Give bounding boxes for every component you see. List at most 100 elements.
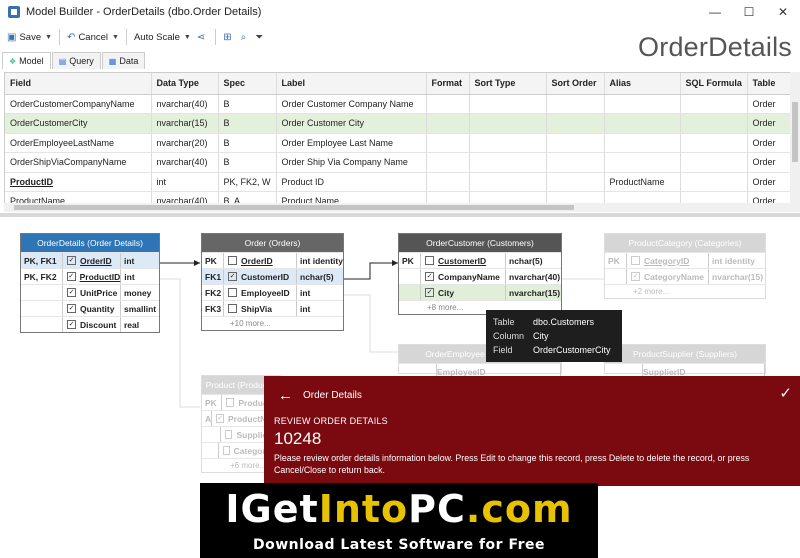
column-header[interactable]: Alias xyxy=(604,73,681,95)
entity-order[interactable]: Order (Orders) PK OrderID int identity FK1 ✓… xyxy=(201,233,344,331)
entity-order-customer[interactable]: OrderCustomer (Customers) PK CustomerID nc… xyxy=(398,233,562,315)
field-checkbox[interactable]: ✓ xyxy=(67,256,76,265)
entity-row[interactable]: FK1 ✓ CustomerID nchar(5) xyxy=(202,268,343,284)
table-cell[interactable]: OrderEmployeeLastName xyxy=(5,133,152,153)
field-checkbox[interactable]: ✓ xyxy=(228,272,237,281)
minimize-icon[interactable]: — xyxy=(698,0,732,24)
column-header[interactable]: Format xyxy=(426,73,470,95)
table-cell[interactable]: Order Customer City xyxy=(276,113,427,134)
table-cell[interactable]: OrderCustomerCity xyxy=(5,113,152,134)
table-cell[interactable] xyxy=(546,113,605,134)
chevron-down-icon[interactable]: ▼ xyxy=(112,34,119,41)
table-cell[interactable] xyxy=(546,152,605,173)
table-row[interactable]: OrderEmployeeLastName nvarchar(20) B Order … xyxy=(5,133,796,153)
table-cell[interactable]: B xyxy=(218,94,277,114)
table-cell[interactable] xyxy=(469,152,547,173)
column-header[interactable]: Label xyxy=(276,73,427,95)
relations-button[interactable]: ⋖ xyxy=(194,28,211,46)
field-checkbox[interactable] xyxy=(224,430,233,439)
field-checkbox[interactable]: ✓ xyxy=(67,288,76,297)
field-checkbox[interactable]: ✓ xyxy=(67,304,76,313)
entity-row[interactable]: ✓ UnitPrice money xyxy=(21,284,159,300)
table-cell[interactable]: Product ID xyxy=(276,172,427,192)
column-header[interactable]: Sort Type xyxy=(469,73,547,95)
table-cell[interactable] xyxy=(680,113,748,134)
field-checkbox[interactable] xyxy=(228,288,237,297)
table-cell[interactable] xyxy=(546,172,605,192)
close-icon[interactable]: ✕ xyxy=(766,0,800,24)
scroll-thumb[interactable] xyxy=(14,205,574,210)
table-cell[interactable] xyxy=(426,113,470,134)
table-cell[interactable]: nvarchar(40) xyxy=(151,152,219,173)
add-table-button[interactable]: ⊞ xyxy=(220,28,237,46)
table-cell[interactable] xyxy=(604,113,681,134)
entity-row[interactable]: PK, FK2 ✓ ProductID int xyxy=(21,268,159,284)
column-header[interactable]: Spec xyxy=(218,73,277,95)
field-checkbox[interactable] xyxy=(425,256,434,265)
table-cell[interactable]: B xyxy=(218,113,277,134)
column-header[interactable]: SQL Formula xyxy=(680,73,748,95)
field-checkbox[interactable]: ✓ xyxy=(66,272,76,281)
table-row[interactable]: OrderCustomerCompanyName nvarchar(40) B Ord… xyxy=(5,94,796,114)
field-checkbox[interactable]: ✓ xyxy=(425,272,434,281)
check-icon[interactable]: ✓ xyxy=(779,384,792,402)
column-header[interactable]: Table xyxy=(747,73,796,95)
filter-button[interactable]: ⏷ xyxy=(252,28,269,46)
table-cell[interactable]: Order xyxy=(747,172,796,192)
field-checkbox[interactable] xyxy=(228,304,237,313)
table-cell[interactable] xyxy=(680,94,748,114)
table-row[interactable]: ProductID int PK, FK2, W Product ID ProductN… xyxy=(5,172,796,192)
entity-row[interactable]: FK2 EmployeeID int xyxy=(202,284,343,300)
cancel-button[interactable]: ↶ Cancel ▼ xyxy=(64,28,122,46)
maximize-icon[interactable]: ☐ xyxy=(732,0,766,24)
field-checkbox[interactable]: ✓ xyxy=(67,320,76,329)
table-cell[interactable] xyxy=(469,172,547,192)
field-checkbox[interactable]: ✓ xyxy=(216,414,225,423)
column-header[interactable]: Data Type xyxy=(151,73,219,95)
entity-row[interactable]: ✓ CategoryName nvarchar(15) xyxy=(605,268,765,284)
entity-row[interactable]: ✓ CompanyName nvarchar(40) xyxy=(399,268,561,284)
table-cell[interactable]: PK, FK2, W xyxy=(218,172,277,192)
table-cell[interactable]: Order xyxy=(747,133,796,153)
tab-model[interactable]: ❖ Model xyxy=(2,52,51,69)
table-cell[interactable] xyxy=(426,94,470,114)
table-cell[interactable]: ProductID xyxy=(5,172,152,192)
tab-query[interactable]: ▤ Query xyxy=(51,52,101,69)
grid-vertical-scrollbar[interactable] xyxy=(790,72,800,212)
entity-row[interactable]: ✓ Quantity smallint xyxy=(21,300,159,316)
table-cell[interactable]: nvarchar(40) xyxy=(151,94,219,114)
table-cell[interactable] xyxy=(546,94,605,114)
table-cell[interactable] xyxy=(680,133,748,153)
entity-row[interactable]: PK, FK1 ✓ OrderID int xyxy=(21,252,159,268)
field-checkbox[interactable] xyxy=(222,446,230,455)
table-cell[interactable]: B xyxy=(218,133,277,153)
grid-horizontal-scrollbar[interactable] xyxy=(4,203,790,212)
table-cell[interactable] xyxy=(546,133,605,153)
field-checkbox[interactable] xyxy=(226,398,235,407)
table-cell[interactable]: nvarchar(20) xyxy=(151,133,219,153)
entity-product-category[interactable]: ProductCategory (Categories) PK CategoryI… xyxy=(604,233,766,299)
field-checkbox[interactable] xyxy=(228,256,237,265)
field-checkbox[interactable] xyxy=(631,256,640,265)
table-cell[interactable]: Order Employee Last Name xyxy=(276,133,427,153)
entity-row[interactable]: FK3 ShipVia int xyxy=(202,300,343,316)
table-cell[interactable] xyxy=(426,172,470,192)
table-cell[interactable] xyxy=(604,133,681,153)
table-cell[interactable]: OrderCustomerCompanyName xyxy=(5,94,152,114)
table-cell[interactable] xyxy=(426,152,470,173)
tab-data[interactable]: ▦ Data xyxy=(101,52,146,69)
table-cell[interactable]: int xyxy=(151,172,219,192)
column-header[interactable]: Field xyxy=(5,73,152,95)
table-row[interactable]: OrderCustomerCity nvarchar(15) B Order Cust… xyxy=(5,113,796,134)
table-cell[interactable]: nvarchar(15) xyxy=(151,113,219,134)
table-row[interactable]: OrderShipViaCompanyName nvarchar(40) B Orde… xyxy=(5,152,796,173)
table-cell[interactable]: B xyxy=(218,152,277,173)
entity-row[interactable]: ✓ City nvarchar(15) xyxy=(399,284,561,300)
entity-row[interactable]: PK OrderID int identity xyxy=(202,252,343,268)
chevron-down-icon[interactable]: ▼ xyxy=(45,34,52,41)
table-cell[interactable]: ProductName xyxy=(604,172,681,192)
field-checkbox[interactable]: ✓ xyxy=(425,288,434,297)
entity-row[interactable]: PK CategoryID int identity xyxy=(605,252,765,268)
entity-row[interactable]: PK CustomerID nchar(5) xyxy=(399,252,561,268)
table-cell[interactable] xyxy=(469,94,547,114)
